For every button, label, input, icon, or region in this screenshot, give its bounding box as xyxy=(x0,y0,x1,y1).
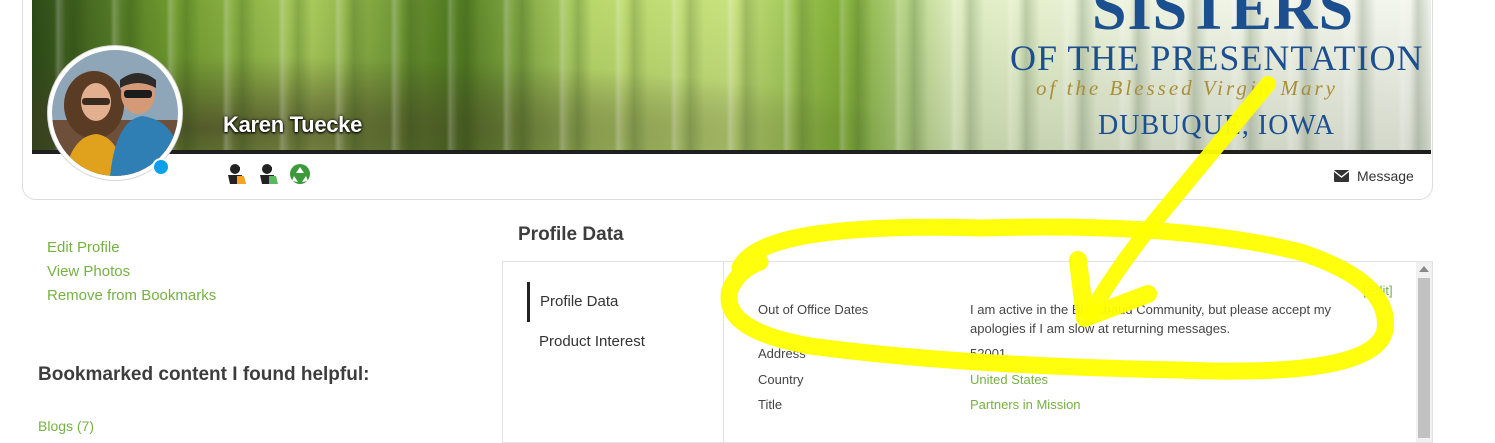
yellow-annotation-scribble xyxy=(720,76,1394,380)
